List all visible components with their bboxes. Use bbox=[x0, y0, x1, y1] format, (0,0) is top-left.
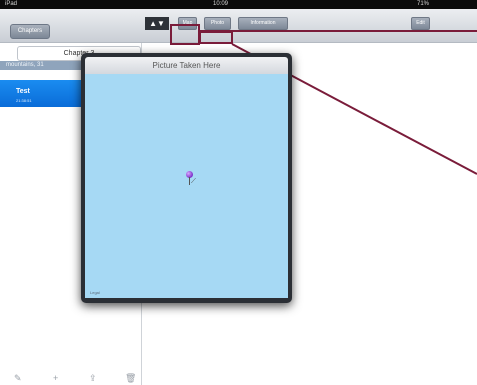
map-pin-needle bbox=[189, 177, 190, 185]
list-item-subtitle: 21:38:51 bbox=[16, 98, 32, 103]
sidebar-bottom-toolbar: ✎ + ⇪ 🗑 bbox=[0, 372, 141, 385]
back-button[interactable]: Chapters bbox=[10, 24, 50, 39]
edit-button[interactable]: Edit bbox=[411, 17, 430, 30]
map-legal-link[interactable]: Legal bbox=[90, 290, 100, 295]
picture-location-popover: Picture Taken Here ⟋ Legal bbox=[81, 53, 292, 303]
compose-icon[interactable]: ✎ bbox=[14, 372, 22, 385]
add-icon[interactable]: + bbox=[53, 372, 58, 385]
popover-title: Picture Taken Here bbox=[85, 57, 288, 74]
trash-icon[interactable]: 🗑 bbox=[125, 372, 136, 385]
pin-shadow-icon: ⟋ bbox=[191, 178, 196, 185]
callout-box-map bbox=[170, 24, 200, 45]
location-map[interactable]: ⟋ Legal bbox=[85, 74, 288, 298]
share-icon[interactable]: ⇪ bbox=[89, 372, 97, 385]
information-button[interactable]: Information bbox=[238, 17, 288, 30]
up-down-arrows-icon[interactable]: ▲▼ bbox=[145, 17, 169, 30]
status-bar: iPad 10:09 71% bbox=[0, 0, 477, 9]
sidebar-toolbar: Chapters bbox=[0, 9, 141, 43]
carrier-label: iPad bbox=[5, 1, 18, 7]
callout-box-photo bbox=[199, 31, 233, 44]
photo-button[interactable]: Photo bbox=[204, 17, 231, 30]
list-item-title: Test bbox=[16, 88, 30, 95]
battery-label: 71% bbox=[416, 1, 429, 7]
clock-label: 10:09 bbox=[213, 1, 229, 7]
